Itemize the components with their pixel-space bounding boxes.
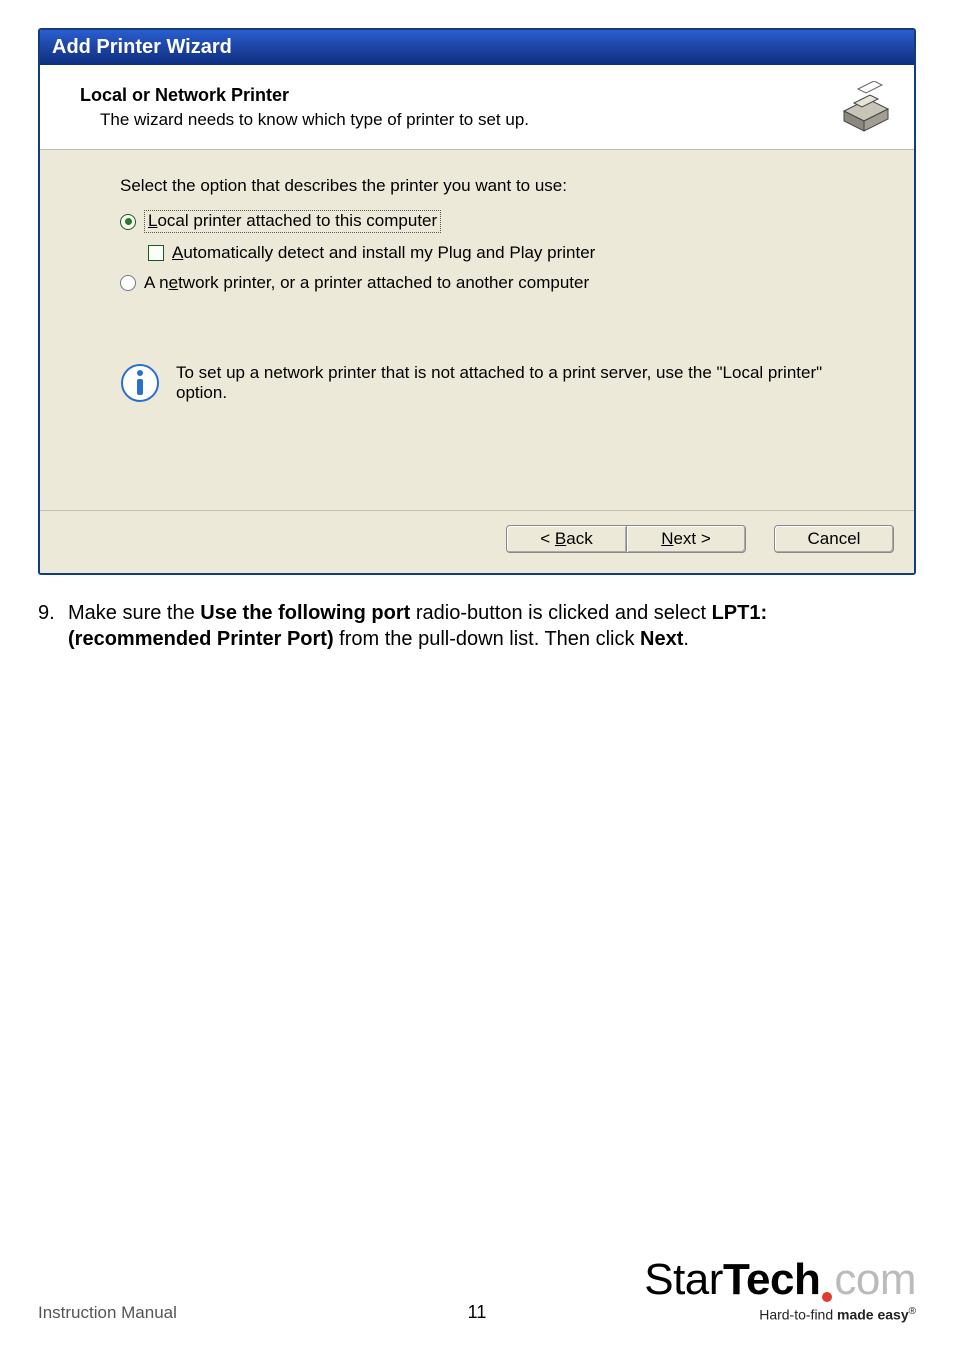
info-text: To set up a network printer that is not … (176, 363, 874, 403)
brand-logo: StarTechcom Hard-to-find made easy® (644, 1258, 916, 1323)
page-footer: Instruction Manual 11 StarTechcom Hard-t… (0, 1258, 954, 1323)
brand-tech: Tech (723, 1258, 820, 1302)
radio-network-label: A network printer, or a printer attached… (144, 273, 589, 293)
brand-com: com (834, 1258, 916, 1302)
radio-local-printer[interactable]: Local printer attached to this computer (120, 210, 874, 233)
page-number: 11 (468, 1302, 487, 1323)
radio-network-printer[interactable]: A network printer, or a printer attached… (120, 273, 874, 293)
wizard-heading: Local or Network Printer (80, 85, 529, 106)
wizard-titlebar: Add Printer Wizard (40, 30, 914, 65)
info-icon (120, 363, 160, 403)
step-number: 9. (38, 601, 60, 652)
wizard-dialog: Add Printer Wizard Local or Network Prin… (38, 28, 916, 575)
info-note: To set up a network printer that is not … (120, 363, 874, 403)
select-prompt: Select the option that describes the pri… (120, 176, 874, 196)
wizard-header: Local or Network Printer The wizard need… (40, 65, 914, 150)
radio-selected-icon (120, 214, 136, 230)
wizard-footer: < Back Next > Cancel (40, 510, 914, 573)
cancel-button[interactable]: Cancel (774, 525, 894, 553)
wizard-subheading: The wizard needs to know which type of p… (80, 110, 529, 130)
brand-star: Star (644, 1258, 723, 1302)
step-9-instruction: 9. Make sure the Use the following port … (38, 601, 916, 652)
radio-local-label: Local printer attached to this computer (144, 210, 441, 233)
printer-icon (838, 81, 894, 133)
radio-unselected-icon (120, 275, 136, 291)
checkbox-auto-label: Automatically detect and install my Plug… (172, 243, 595, 263)
back-button[interactable]: < Back (506, 525, 626, 553)
checkbox-auto-detect[interactable]: Automatically detect and install my Plug… (148, 243, 874, 263)
wizard-body: Select the option that describes the pri… (40, 150, 914, 510)
footer-left-label: Instruction Manual (38, 1303, 177, 1323)
next-button[interactable]: Next > (626, 525, 746, 553)
brand-tagline: Hard-to-find made easy® (644, 1306, 916, 1323)
step-text: Make sure the Use the following port rad… (68, 601, 916, 652)
checkbox-unchecked-icon (148, 245, 164, 261)
